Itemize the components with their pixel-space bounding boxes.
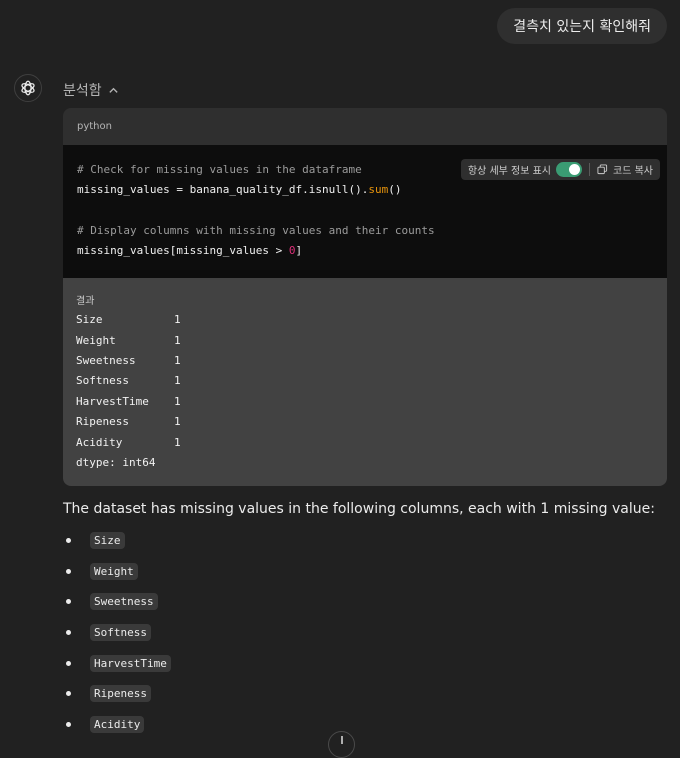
toggle-knob [569,164,581,175]
inline-code: Sweetness [90,593,158,610]
result-row: Sweetness 1 [76,354,181,367]
result-label: 결과 [76,296,95,307]
result-count: 1 [174,374,181,387]
list-item: Size [66,532,125,549]
analysis-toggle-label: 분석함 [63,83,102,99]
result-dtype: dtype: int64 [76,456,156,469]
result-row: Softness 1 [76,374,181,387]
inline-code: Acidity [90,716,145,733]
result-count: 1 [174,334,181,347]
summary-text: The dataset has missing values in the fo… [63,501,655,517]
result-column-name: Sweetness [76,354,136,367]
list-item: Weight [66,563,138,580]
result-column-name: HarvestTime [76,395,149,408]
toggle-switch[interactable] [556,162,583,177]
result-column-name: Softness [76,374,129,387]
copy-icon [597,164,608,175]
inline-code: Ripeness [90,685,151,702]
copy-code-label: 코드 복사 [613,166,653,177]
result-row: Acidity 1 [76,436,181,449]
openai-logo-icon [21,80,35,96]
bullet-dot [66,538,71,543]
bullet-dot [66,599,71,604]
result-row: HarvestTime 1 [76,395,181,408]
inline-code: Weight [90,563,138,580]
result-count: 1 [174,313,181,326]
result-row: Ripeness 1 [76,415,181,428]
user-message-bubble: 결측치 있는지 확인해줘 [497,8,667,44]
analysis-toggle[interactable]: 분석함 [63,80,119,100]
inline-code: HarvestTime [90,655,171,672]
result-count: 1 [174,415,181,428]
bullet-dot [66,661,71,666]
always-show-details-toggle[interactable]: 항상 세부 정보 표시 [461,159,589,180]
list-item: HarvestTime [66,655,171,672]
inline-code: Softness [90,624,151,641]
code-body: # Check for missing values in the datafr… [63,145,667,278]
code-text: missing_values = banana_quality_df.isnul… [77,183,369,196]
code-block: python # Check for missing values in the… [63,108,667,486]
chevron-up-icon [108,87,118,93]
code-number: 0 [288,244,296,257]
list-item: Ripeness [66,685,151,702]
code-line: missing_values = banana_quality_df.isnul… [77,183,402,196]
code-line: missing_values[missing_values > 0] [77,244,302,257]
code-comment-line: # Display columns with missing values an… [77,224,435,237]
arrow-down-icon [340,736,343,744]
copy-code-button[interactable]: 코드 복사 [590,159,660,180]
bullet-dot [66,569,71,574]
code-toolbar: 항상 세부 정보 표시 코드 복사 [460,159,660,180]
bullet-dot [66,722,71,727]
result-count: 1 [174,436,181,449]
result-column-name: Acidity [76,436,123,449]
result-row: Size 1 [76,313,181,326]
code-language-label: python [77,121,112,132]
result-column-name: Weight [76,334,116,347]
result-column-name: Size [76,313,103,326]
code-comment-line: # Check for missing values in the datafr… [77,163,362,176]
result-count: 1 [174,395,181,408]
code-text: missing_values[missing_values > [77,244,289,257]
code-function: sum [368,183,389,196]
result-column-name: Ripeness [76,415,129,428]
result-panel: 결과 Size 1 Weight 1 Sweetness 1 Softness 1 Ha… [63,278,667,486]
inline-code: Size [90,532,125,549]
bullet-dot [66,691,71,696]
code-header: python [63,108,667,145]
list-item: Sweetness [66,593,158,610]
always-show-details-label: 항상 세부 정보 표시 [467,166,552,177]
result-count: 1 [174,354,181,367]
result-row: Weight 1 [76,334,181,347]
list-item: Softness [66,624,151,641]
list-item: Acidity [66,716,145,733]
assistant-avatar [14,74,42,102]
code-text: ] [295,244,303,257]
code-text: () [388,183,402,196]
bullet-dot [66,630,71,635]
